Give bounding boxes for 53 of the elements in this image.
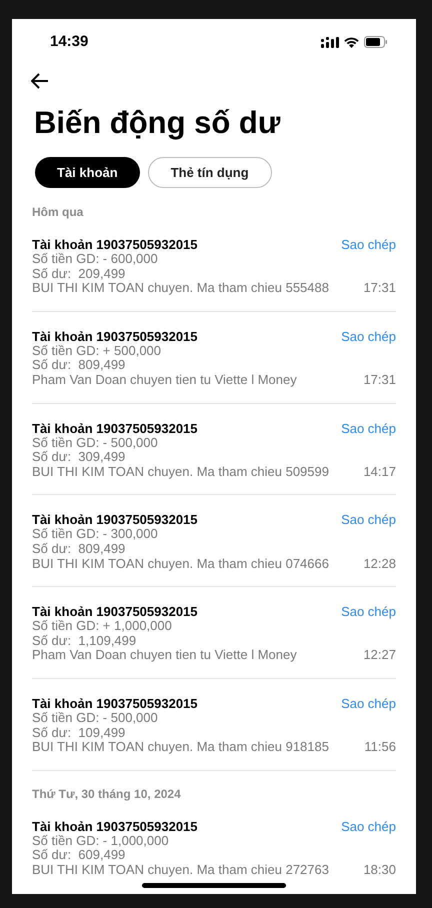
copy-link[interactable]: Sao chép (341, 420, 396, 436)
transaction-description: Pham Van Doan chuyen tien tu Viette l Money (32, 372, 297, 388)
account-number: Tài khoản 19037505932015 (32, 420, 198, 436)
transaction-time: 12:28 (363, 556, 396, 572)
copy-link[interactable]: Sao chép (341, 237, 396, 252)
tab[interactable]: Tài khoản (35, 157, 140, 188)
status-time: 14:39 (50, 32, 88, 52)
transaction-description: Pham Van Doan chuyen tien tu Viette l Money (32, 648, 297, 663)
transaction-amount: Số tiền GD: + 500,000 (32, 344, 162, 358)
section-header: Thứ Tư, 30 tháng 10, 2024 (32, 786, 181, 802)
balance-text: Số dư: 609,499 (32, 848, 126, 863)
balance-text: Số dư: 309,499 (32, 450, 126, 465)
transaction-amount: Số tiền GD: - 1,000,000 (32, 834, 169, 848)
back-button[interactable] (31, 73, 49, 89)
back-arrow-icon (31, 73, 49, 89)
balance-text: Số dư: 209,499 (32, 266, 126, 282)
balance-text: Số dư: 109,499 (32, 726, 126, 740)
transaction-description: BUI THI KIM TOAN chuyen. Ma tham chieu 074666 (32, 556, 329, 572)
transaction-time: 14:17 (363, 464, 396, 480)
transaction-description: BUI THI KIM TOAN chuyen. Ma tham chieu 509599 (32, 464, 329, 480)
tab[interactable]: Thẻ tín dụng (148, 157, 272, 188)
transaction-amount: Số tiền GD: - 500,000 (32, 436, 158, 450)
page-title: Biến động số dư (33, 104, 280, 142)
account-number: Tài khoản 19037505932015 (32, 818, 198, 834)
battery-icon (364, 36, 388, 48)
signal-icon (321, 36, 339, 48)
transaction-time: 11:56 (364, 740, 396, 755)
account-number: Tài khoản 19037505932015 (32, 512, 198, 528)
copy-link[interactable]: Sao chép (341, 512, 396, 528)
account-number: Tài khoản 19037505932015 (32, 604, 198, 620)
copy-link[interactable]: Sao chép (341, 696, 396, 711)
transaction-description: BUI THI KIM TOAN chuyen. Ma tham chieu 918185 (32, 740, 329, 755)
transaction-amount: Số tiền GD: - 300,000 (32, 527, 158, 542)
transaction-description: BUI THI KIM TOAN chuyen. Ma tham chieu 272763 (32, 862, 329, 878)
transaction-amount: Số tiền GD: + 1,000,000 (32, 619, 172, 634)
balance-text: Số dư: 809,499 (32, 358, 126, 373)
transaction-time: 17:31 (363, 372, 396, 388)
transaction-amount: Số tiền GD: - 600,000 (32, 252, 158, 267)
transaction-time: 18:30 (363, 862, 396, 878)
copy-link[interactable]: Sao chép (341, 818, 396, 834)
account-number: Tài khoản 19037505932015 (32, 328, 198, 344)
transaction-time: 17:31 (363, 281, 396, 296)
balance-text: Số dư: 809,499 (32, 542, 126, 557)
account-number: Tài khoản 19037505932015 (32, 237, 198, 252)
copy-link[interactable]: Sao chép (341, 604, 396, 620)
transaction-amount: Số tiền GD: - 500,000 (32, 710, 158, 726)
balance-text: Số dư: 1,109,499 (32, 634, 136, 648)
account-number: Tài khoản 19037505932015 (32, 696, 198, 711)
transaction-description: BUI THI KIM TOAN chuyen. Ma tham chieu 555488 (32, 281, 329, 296)
wifi-icon (344, 36, 359, 48)
copy-link[interactable]: Sao chép (341, 328, 396, 344)
section-header: Hôm qua (32, 204, 84, 220)
transaction-time: 12:27 (363, 648, 396, 663)
